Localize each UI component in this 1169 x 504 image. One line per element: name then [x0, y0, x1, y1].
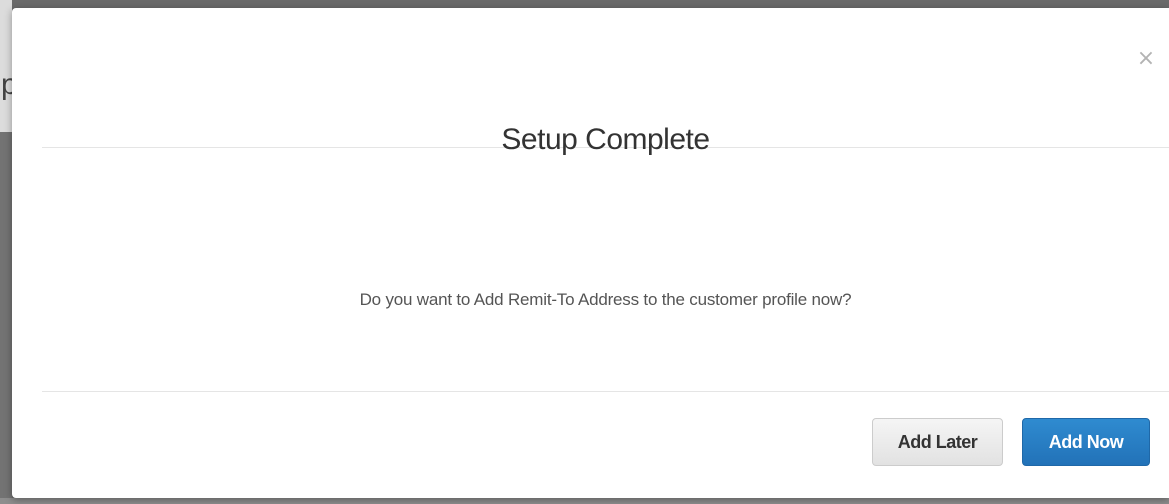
dialog-header: Setup Complete ×	[42, 8, 1169, 156]
dialog-footer: Add Later Add Now	[42, 392, 1169, 498]
dialog-message: Do you want to Add Remit-To Address to t…	[359, 290, 852, 309]
add-later-button[interactable]: Add Later	[872, 418, 1003, 466]
background-page-edge: p	[0, 0, 18, 504]
setup-complete-dialog: Setup Complete × Do you want to Add Remi…	[12, 8, 1169, 498]
close-icon[interactable]: ×	[1135, 48, 1157, 70]
background-page-fragment: p	[0, 0, 18, 132]
add-now-button[interactable]: Add Now	[1022, 418, 1150, 466]
dialog-body: Do you want to Add Remit-To Address to t…	[42, 148, 1169, 392]
backdrop-bottom-edge	[0, 498, 1169, 504]
